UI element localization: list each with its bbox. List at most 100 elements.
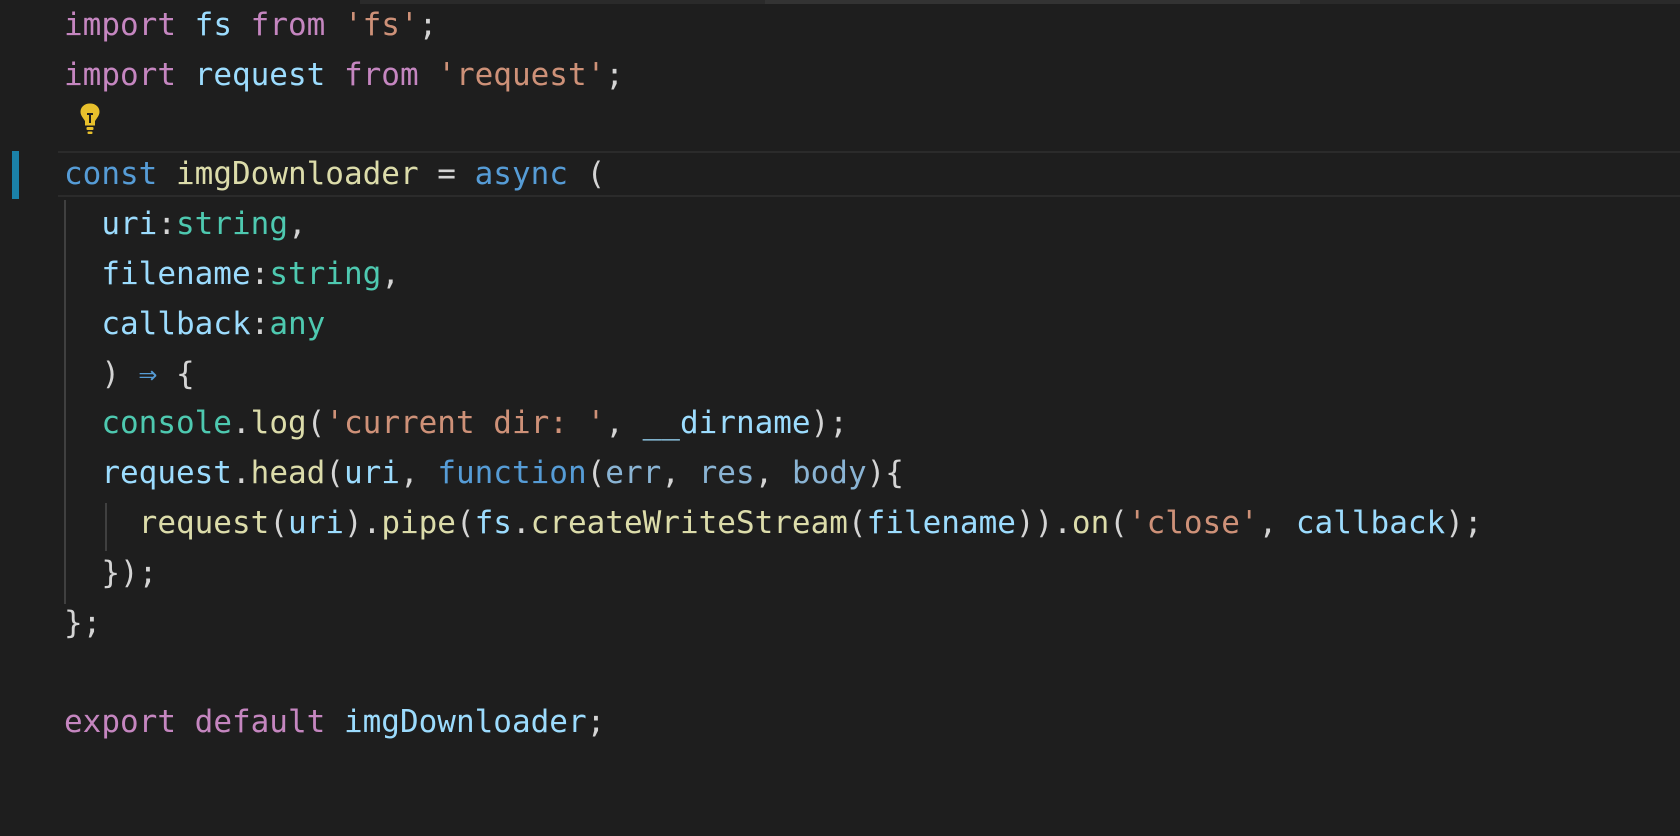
code-token: { (157, 355, 195, 392)
code-line[interactable]: }); (64, 548, 157, 598)
code-token: __dirname (642, 405, 811, 442)
code-token: , (661, 455, 699, 492)
code-line[interactable]: callback:any (64, 299, 325, 349)
code-token: , (287, 206, 307, 243)
code-token: default (194, 704, 326, 741)
code-token: uri (101, 206, 158, 243)
code-line[interactable]: const imgDownloader = async ( (64, 149, 605, 199)
code-line[interactable]: uri:string, (64, 199, 307, 249)
code-token: imgDownloader (176, 156, 419, 193)
code-token: string (176, 206, 288, 243)
code-line[interactable]: import request from 'request'; (64, 50, 624, 100)
code-token: ). (343, 505, 382, 541)
code-token: . (511, 505, 531, 541)
code-token: 'request' (437, 56, 606, 93)
gutter-change-indicator[interactable] (12, 151, 19, 199)
code-token: ⇒ (138, 355, 158, 392)
code-token: ( (847, 505, 867, 541)
code-token: , (605, 405, 643, 442)
code-token: fs (194, 7, 232, 43)
code-token: from (343, 56, 419, 93)
code-token: uri (287, 505, 344, 541)
code-line[interactable]: ) ⇒ { (64, 349, 195, 399)
code-token: err (605, 455, 662, 492)
code-token: ; (605, 56, 624, 93)
code-line[interactable]: request.head(uri, function(err, res, bod… (64, 448, 904, 498)
code-token: any (269, 305, 326, 342)
code-token: ){ (866, 455, 904, 492)
code-token: ( (269, 505, 288, 541)
code-token: ( (567, 156, 606, 193)
code-token: , (381, 256, 400, 292)
code-token: }); (64, 554, 158, 591)
code-token: fs (474, 505, 512, 541)
code-token: ( (455, 505, 475, 541)
code-token: async (474, 156, 568, 193)
code-token: filename (101, 256, 251, 292)
code-token: }; (64, 604, 102, 641)
code-token: log (250, 405, 307, 442)
scrollbar-thumb[interactable] (765, 0, 1300, 4)
code-token: imgDownloader (343, 704, 587, 741)
code-token: , (399, 455, 438, 492)
code-token: function (437, 455, 587, 492)
code-token: export (64, 704, 176, 741)
code-token: ( (325, 455, 344, 492)
code-token: : (250, 305, 270, 342)
code-line[interactable]: import fs from 'fs'; (64, 0, 437, 50)
lightbulb-icon[interactable] (78, 101, 102, 137)
code-token: callback (1295, 505, 1446, 541)
code-token: 'fs' (343, 7, 419, 43)
code-editor[interactable]: import fs from 'fs'; import request from … (0, 0, 1680, 836)
code-token: request (138, 505, 270, 541)
code-token: 'close' (1127, 505, 1259, 541)
code-token: request (194, 56, 326, 93)
code-token: import (64, 7, 176, 43)
code-token: = (418, 156, 475, 193)
code-token: )). (1015, 505, 1072, 541)
code-line[interactable]: }; (64, 598, 101, 648)
code-line[interactable]: request(uri).pipe(fs.createWriteStream(f… (64, 498, 1483, 548)
code-token: callback (101, 305, 251, 342)
code-token: body (791, 455, 867, 492)
code-token: , (754, 455, 792, 492)
code-token: ( (586, 455, 606, 492)
code-token: const (64, 156, 158, 193)
code-token: pipe (381, 505, 456, 541)
code-token: ) (64, 355, 139, 392)
code-token: head (250, 455, 326, 492)
code-line[interactable]: console.log('current dir: ', __dirname); (64, 398, 848, 448)
code-token: ); (1445, 505, 1483, 541)
code-token: . (231, 405, 251, 442)
code-token: on (1071, 505, 1110, 541)
code-token: 'current dir: ' (325, 405, 606, 442)
code-token: ; (418, 7, 438, 43)
code-token: ( (1109, 505, 1128, 541)
code-token: ; (586, 704, 606, 741)
code-token: string (269, 256, 382, 292)
code-token: , (1258, 505, 1296, 541)
code-token: console (101, 405, 232, 442)
code-token: import (64, 56, 176, 93)
code-token: filename (866, 505, 1016, 541)
code-token: ); (810, 405, 848, 442)
code-token: . (231, 455, 251, 492)
code-line[interactable]: filename:string, (64, 249, 400, 299)
code-token: uri (343, 455, 400, 492)
code-token: : (250, 256, 270, 292)
horizontal-scrollbar[interactable] (360, 0, 1680, 4)
code-line[interactable]: export default imgDownloader; (64, 697, 605, 747)
